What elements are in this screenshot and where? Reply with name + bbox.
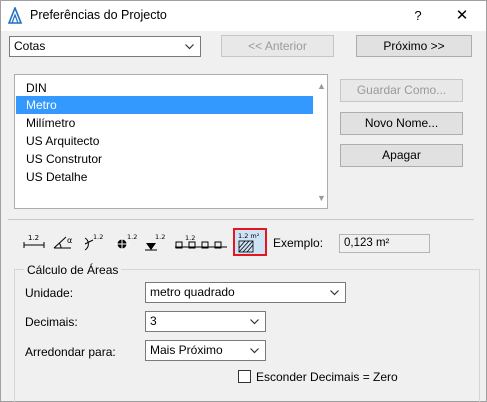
tool-label: 1.2 bbox=[185, 234, 195, 242]
tool-label: 1.2 bbox=[127, 233, 137, 241]
list-item[interactable]: Milímetro bbox=[16, 114, 313, 132]
list-item[interactable]: US Arquitecto bbox=[16, 132, 313, 150]
tool-label: 1.2 bbox=[155, 233, 165, 241]
example-value: 0,123 m² bbox=[339, 234, 430, 253]
area-hatch-icon: 1.2 m² bbox=[238, 232, 260, 253]
category-select[interactable]: Cotas bbox=[9, 36, 201, 57]
elevation-dimension-icon: 1.2 bbox=[145, 233, 165, 251]
close-button[interactable]: ✕ bbox=[441, 3, 483, 29]
decimals-value: 3 bbox=[150, 314, 157, 328]
window-title: Preferências do Projecto bbox=[30, 8, 167, 22]
unit-select-value: metro quadrado bbox=[150, 285, 235, 299]
list-item-selected[interactable]: Metro bbox=[16, 96, 313, 114]
chevron-down-icon bbox=[250, 319, 259, 325]
preferences-dialog: Preferências do Projecto ? ✕ Cotas << An… bbox=[0, 0, 487, 402]
preset-list[interactable]: DIN Metro Milímetro US Arquitecto US Con… bbox=[14, 74, 328, 209]
linear-dimension-tool[interactable]: 1.2 bbox=[21, 230, 47, 254]
help-button[interactable]: ? bbox=[399, 3, 437, 29]
chevron-down-icon bbox=[185, 44, 194, 50]
list-item[interactable]: US Construtor bbox=[16, 150, 313, 168]
round-label: Arredondar para: bbox=[25, 345, 116, 359]
list-item[interactable]: US Detalhe bbox=[16, 168, 313, 186]
radial-dimension-icon: 1.2 bbox=[84, 233, 103, 251]
new-name-button[interactable]: Novo Nome... bbox=[340, 112, 463, 135]
angle-dimension-icon: α bbox=[53, 236, 72, 249]
angle-dimension-tool[interactable]: α bbox=[51, 230, 77, 254]
save-as-button[interactable]: Guardar Como... bbox=[340, 79, 463, 102]
level-dimension-icon: 1.2 bbox=[115, 233, 137, 251]
category-select-value: Cotas bbox=[14, 39, 46, 53]
tool-label: 1.2 m² bbox=[238, 232, 260, 240]
scroll-up-icon[interactable]: ▲ bbox=[317, 81, 326, 91]
tool-label: 1.2 bbox=[28, 234, 39, 242]
unit-select[interactable]: metro quadrado bbox=[145, 282, 346, 303]
app-icon bbox=[7, 5, 23, 24]
previous-button[interactable]: << Anterior bbox=[221, 35, 334, 57]
radial-dimension-tool[interactable]: 1.2 bbox=[81, 230, 107, 254]
title-bar: Preferências do Projecto ? ✕ bbox=[1, 1, 486, 31]
delete-button[interactable]: Apagar bbox=[340, 144, 463, 167]
list-item[interactable]: DIN bbox=[16, 79, 313, 97]
hide-decimals-checkbox[interactable] bbox=[238, 370, 251, 383]
next-button[interactable]: Próximo >> bbox=[356, 35, 472, 57]
hide-decimals-label: Esconder Decimais = Zero bbox=[256, 370, 398, 384]
example-label: Exemplo: bbox=[273, 236, 324, 250]
scroll-down-icon[interactable]: ▼ bbox=[317, 193, 326, 203]
round-select[interactable]: Mais Próximo bbox=[145, 340, 266, 361]
area-dimension-tool[interactable]: 1.2 m² bbox=[233, 228, 267, 256]
round-select-value: Mais Próximo bbox=[150, 343, 223, 357]
door-window-dimension-tool[interactable]: 1.2 bbox=[173, 230, 229, 254]
decimals-label: Decimais: bbox=[25, 315, 78, 329]
group-title: Cálculo de Áreas bbox=[24, 263, 122, 277]
door-window-dimension-icon: 1.2 bbox=[175, 234, 227, 249]
divider bbox=[8, 219, 474, 220]
tool-label: α bbox=[67, 236, 72, 245]
linear-dimension-icon: 1.2 bbox=[23, 234, 45, 248]
elevation-dimension-tool[interactable]: 1.2 bbox=[143, 230, 169, 254]
level-dimension-tool[interactable]: 1.2 bbox=[113, 230, 139, 254]
tool-label: 1.2 bbox=[93, 233, 103, 241]
chevron-down-icon bbox=[330, 290, 339, 296]
decimals-stepper[interactable]: 3 bbox=[145, 311, 266, 332]
chevron-down-icon bbox=[250, 348, 259, 354]
unit-label: Unidade: bbox=[25, 286, 74, 300]
